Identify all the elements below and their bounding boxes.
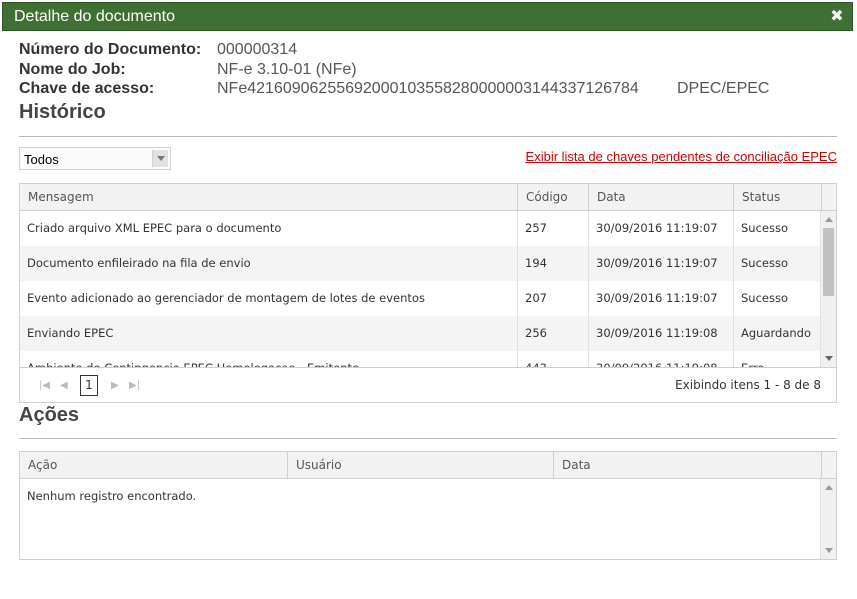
document-number-value: 000000314 bbox=[217, 41, 298, 58]
cell-codigo: 443 bbox=[518, 351, 589, 367]
dialog-titlebar: Detalhe do documento ✖ bbox=[2, 2, 853, 31]
cell-data: 30/09/2016 11:19:07 bbox=[589, 211, 734, 246]
table-row[interactable]: Ambiente de Contingencia EPEC Homologaca… bbox=[20, 351, 820, 367]
column-header-codigo[interactable]: Código bbox=[518, 184, 589, 210]
last-page-icon[interactable]: ▶| bbox=[129, 380, 140, 391]
cell-status: Erro bbox=[734, 351, 820, 367]
table-row[interactable]: Enviando EPEC 256 30/09/2016 11:19:08 Ag… bbox=[20, 316, 820, 351]
pager-info: Exibindo itens 1 - 8 de 8 bbox=[675, 378, 821, 392]
actions-grid-scrollbar[interactable] bbox=[820, 479, 836, 559]
previous-page-icon[interactable]: ◀ bbox=[60, 380, 68, 391]
access-key-label: Chave de acesso: bbox=[19, 80, 155, 97]
pending-keys-link[interactable]: Exibir lista de chaves pendentes de conc… bbox=[526, 149, 837, 164]
access-key-value: NFe4216090625569200010355828000000314433… bbox=[217, 80, 639, 97]
column-header-status[interactable]: Status bbox=[734, 184, 822, 210]
history-section-title: Histórico bbox=[19, 101, 106, 123]
history-filter-value: Todos bbox=[24, 152, 59, 167]
actions-grid: Ação Usuário Data Nenhum registro encont… bbox=[19, 451, 837, 560]
close-icon[interactable]: ✖ bbox=[830, 9, 844, 25]
column-header-mensagem[interactable]: Mensagem bbox=[20, 184, 518, 210]
scroll-thumb[interactable] bbox=[823, 228, 834, 296]
scroll-up-icon[interactable] bbox=[825, 485, 833, 490]
current-page-number[interactable]: 1 bbox=[80, 375, 98, 396]
column-header-data[interactable]: Data bbox=[589, 184, 734, 210]
table-row[interactable]: Criado arquivo XML EPEC para o documento… bbox=[20, 211, 820, 246]
cell-mensagem: Criado arquivo XML EPEC para o documento bbox=[20, 211, 518, 246]
history-divider bbox=[19, 136, 837, 137]
cell-status: Aguardando bbox=[741, 326, 811, 340]
cell-codigo: 257 bbox=[518, 211, 589, 246]
table-row[interactable]: Documento enfileirado na fila de envio 1… bbox=[20, 246, 820, 281]
cell-data: 30/09/2016 11:19:07 bbox=[589, 281, 734, 316]
table-row[interactable]: Evento adicionado ao gerenciador de mont… bbox=[20, 281, 820, 316]
chevron-down-icon[interactable] bbox=[152, 150, 168, 167]
cell-data: 30/09/2016 11:19:08 bbox=[589, 316, 734, 351]
cell-codigo: 256 bbox=[518, 316, 589, 351]
document-number-label: Número do Documento: bbox=[19, 41, 202, 58]
job-name-value: NF-e 3.10-01 (NFe) bbox=[217, 61, 357, 78]
access-key-type: DPEC/EPEC bbox=[677, 80, 770, 97]
first-page-icon[interactable]: |◀ bbox=[39, 380, 50, 391]
history-grid-body: Criado arquivo XML EPEC para o documento… bbox=[20, 211, 820, 367]
dialog-title: Detalhe do documento bbox=[14, 8, 175, 25]
cell-status: Sucesso bbox=[741, 221, 789, 235]
actions-divider bbox=[19, 438, 837, 439]
scroll-down-icon[interactable] bbox=[825, 548, 833, 553]
column-header-acao[interactable]: Ação bbox=[20, 452, 288, 478]
history-grid-header: Mensagem Código Data Status bbox=[20, 184, 836, 211]
actions-grid-body: Nenhum registro encontrado. bbox=[20, 479, 820, 559]
cell-data: 30/09/2016 11:19:08 bbox=[589, 351, 734, 367]
column-header-usuario[interactable]: Usuário bbox=[288, 452, 554, 478]
scroll-down-icon[interactable] bbox=[825, 356, 833, 361]
next-page-icon[interactable]: ▶ bbox=[111, 380, 119, 391]
cell-mensagem: Documento enfileirado na fila de envio bbox=[20, 246, 518, 281]
history-grid-scrollbar[interactable] bbox=[820, 211, 836, 367]
scroll-up-icon[interactable] bbox=[825, 217, 833, 222]
history-filter-select[interactable]: Todos bbox=[19, 147, 171, 170]
cell-codigo: 207 bbox=[518, 281, 589, 316]
history-grid: Mensagem Código Data Status Criado arqui… bbox=[19, 183, 837, 403]
cell-mensagem: Evento adicionado ao gerenciador de mont… bbox=[20, 281, 518, 316]
actions-section-title: Ações bbox=[19, 404, 80, 426]
history-pager: |◀ ◀ 1 ▶ ▶| Exibindo itens 1 - 8 de 8 bbox=[20, 367, 836, 402]
cell-mensagem: Ambiente de Contingencia EPEC Homologaca… bbox=[20, 351, 518, 367]
actions-grid-header: Ação Usuário Data bbox=[20, 452, 836, 479]
empty-message: Nenhum registro encontrado. bbox=[27, 489, 197, 503]
column-header-data[interactable]: Data bbox=[554, 452, 822, 478]
cell-status: Sucesso bbox=[741, 291, 789, 305]
cell-codigo: 194 bbox=[518, 246, 589, 281]
cell-mensagem: Enviando EPEC bbox=[20, 316, 518, 351]
cell-status: Sucesso bbox=[741, 256, 789, 270]
cell-data: 30/09/2016 11:19:07 bbox=[589, 246, 734, 281]
job-name-label: Nome do Job: bbox=[19, 61, 126, 78]
